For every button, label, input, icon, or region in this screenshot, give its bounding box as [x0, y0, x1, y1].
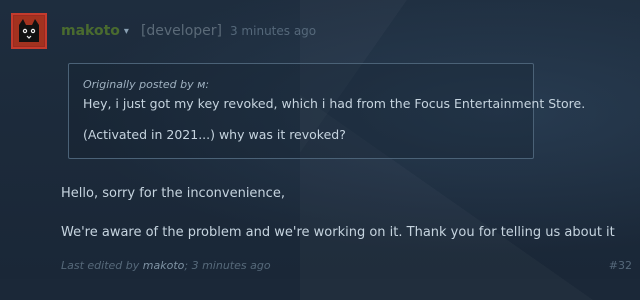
chevron-down-icon[interactable]: ▾: [124, 26, 129, 37]
edit-editor[interactable]: makoto: [143, 259, 185, 272]
edit-note: Last edited by makoto; 3 minutes ago: [61, 259, 271, 272]
post-body-line-2: We're aware of the problem and we're wor…: [61, 225, 615, 240]
quote-suffix: :: [205, 78, 210, 91]
post-number-link[interactable]: #32: [609, 259, 632, 272]
quote-header: Originally posted by м:: [83, 78, 519, 91]
author-role: [developer]: [140, 23, 222, 39]
post-timestamp: 3 minutes ago: [229, 24, 317, 38]
post-body-line-1: Hello, sorry for the inconvenience,: [61, 186, 285, 201]
post-author-row: makoto ▾ [developer] 3 minutes ago: [61, 20, 316, 42]
quote-prefix: Originally posted by: [83, 78, 198, 91]
quote-text-line-2: (Activated in 2021...) why was it revoke…: [83, 127, 346, 142]
edit-prefix: Last edited by: [61, 259, 143, 272]
author-name[interactable]: makoto: [61, 23, 120, 39]
edit-suffix: ; 3 minutes ago: [184, 259, 271, 272]
forum-post: makoto ▾ [developer] 3 minutes ago Origi…: [0, 0, 640, 279]
quote-block: Originally posted by м: Hey, i just got …: [68, 63, 586, 159]
black-cat-icon: [14, 16, 44, 46]
quote-text-line-1: Hey, i just got my key revoked, which i …: [83, 96, 586, 111]
avatar[interactable]: [11, 13, 47, 49]
